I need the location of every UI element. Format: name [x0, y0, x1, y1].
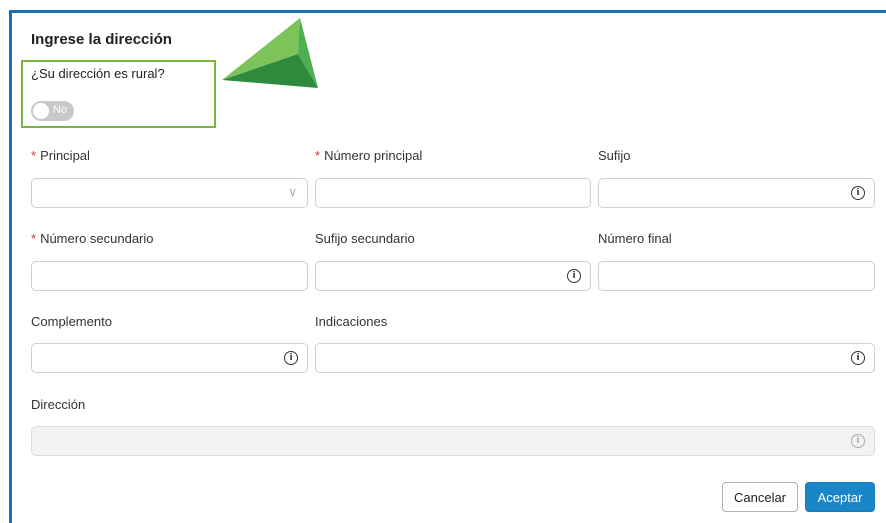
pointer-arrow-icon [222, 18, 318, 88]
rural-toggle[interactable]: No [31, 101, 74, 121]
info-icon[interactable]: i [567, 269, 581, 283]
toggle-text: No [53, 104, 68, 116]
numero-principal-label: * Número principal [315, 148, 423, 163]
direccion-input: i [31, 426, 875, 456]
indicaciones-label: Indicaciones [315, 314, 388, 329]
chevron-down-icon: ∨ [288, 185, 297, 199]
info-icon: i [851, 434, 865, 448]
numero-secundario-label: * Número secundario [31, 231, 154, 246]
indicaciones-input[interactable]: i [315, 343, 875, 373]
rural-question-label: ¿Su dirección es rural? [31, 66, 165, 81]
info-icon[interactable]: i [851, 351, 865, 365]
dialog-title: Ingrese la dirección [31, 31, 172, 48]
sufijo-input[interactable]: i [598, 178, 875, 208]
numero-final-label: Número final [598, 231, 672, 246]
numero-secundario-input[interactable] [31, 261, 308, 291]
complemento-input[interactable]: i [31, 343, 308, 373]
sufijo-secundario-input[interactable]: i [315, 261, 591, 291]
cancel-button[interactable]: Cancelar [722, 482, 798, 512]
principal-label: * Principal [31, 148, 90, 163]
accept-button[interactable]: Aceptar [805, 482, 875, 512]
info-icon[interactable]: i [851, 186, 865, 200]
numero-final-input[interactable] [598, 261, 875, 291]
sufijo-secundario-label: Sufijo secundario [315, 231, 415, 246]
numero-principal-input[interactable] [315, 178, 591, 208]
complemento-label: Complemento [31, 314, 112, 329]
sufijo-label: Sufijo [598, 148, 631, 163]
direccion-label: Dirección [31, 397, 86, 412]
info-icon[interactable]: i [284, 351, 298, 365]
toggle-knob [33, 103, 49, 119]
principal-select[interactable]: ∨ [31, 178, 308, 208]
